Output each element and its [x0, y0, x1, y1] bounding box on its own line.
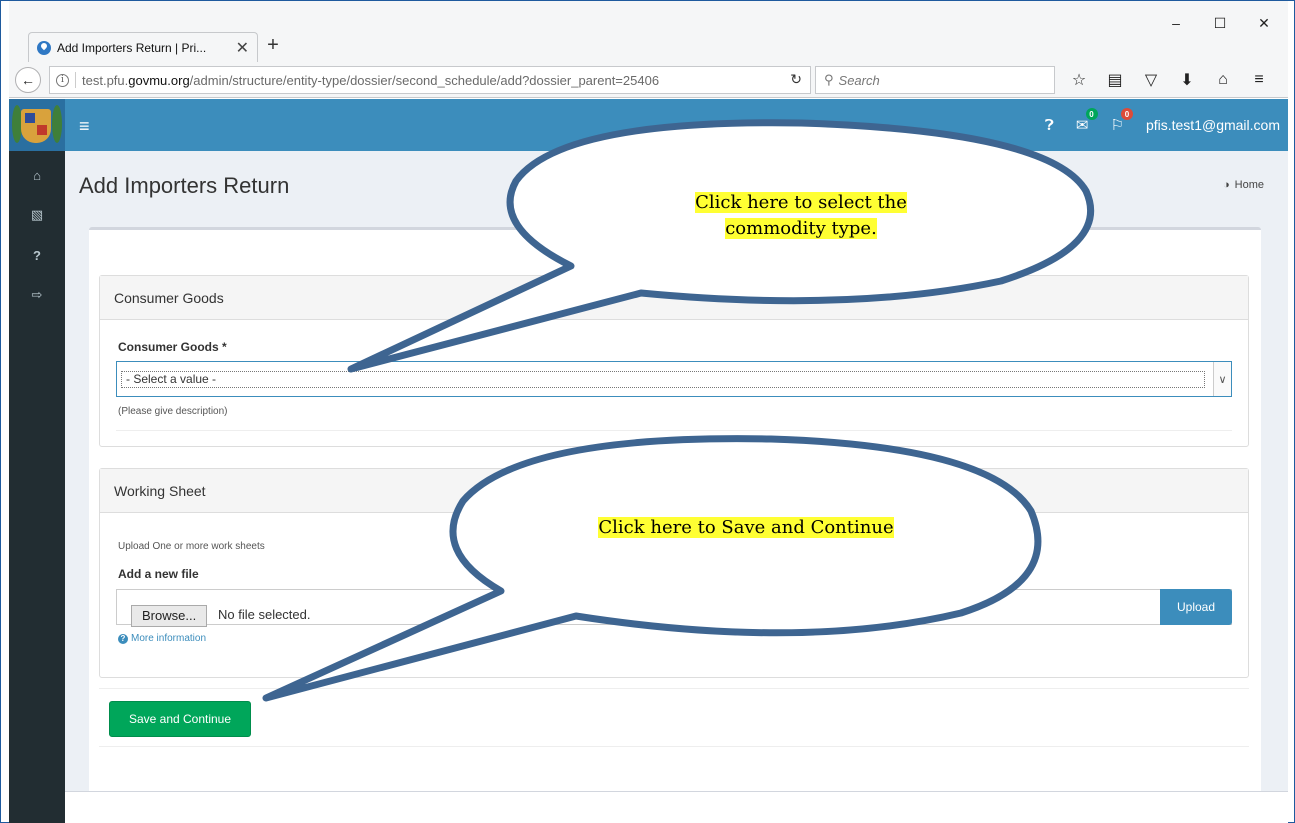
- logo-leaf-right: [52, 105, 62, 143]
- add-file-label: Add a new file: [118, 567, 199, 581]
- user-email[interactable]: pfis.test1@gmail.com: [1146, 117, 1280, 133]
- select-value: - Select a value -: [121, 371, 1205, 388]
- consumer-goods-panel: Consumer Goods Consumer Goods * - Select…: [99, 275, 1249, 447]
- panel-title: Consumer Goods: [100, 276, 1248, 320]
- callout-text-top: Click here to select the commodity type.: [661, 190, 941, 242]
- flags-badge: 0: [1120, 108, 1133, 120]
- home-icon[interactable]: ⌂: [1207, 68, 1239, 92]
- help-icon[interactable]: ❓︎: [1045, 117, 1054, 134]
- file-upload-field: Browse... No file selected. Upload: [116, 589, 1232, 627]
- chevron-down-icon[interactable]: ∨: [1213, 362, 1231, 396]
- divider: [99, 746, 1249, 747]
- consumer-goods-label: Consumer Goods *: [118, 340, 227, 354]
- window-controls: – ☐ ✕: [1154, 11, 1286, 35]
- divider: [99, 688, 1249, 689]
- browser-window: Add Importers Return | Pri... ✕ + – ☐ ✕ …: [0, 0, 1295, 823]
- url-host-prefix: test.pfu.: [82, 72, 129, 88]
- logo-shield: [21, 109, 51, 143]
- more-information-link[interactable]: ? More information: [118, 633, 206, 644]
- address-bar[interactable]: i test.pfu.govmu.org/admin/structure/ent…: [49, 66, 811, 94]
- tab-title: Add Importers Return | Pri...: [57, 40, 207, 55]
- more-information-label: More information: [131, 633, 207, 644]
- url-separator: [75, 72, 76, 88]
- browser-tab[interactable]: Add Importers Return | Pri... ✕: [28, 32, 258, 62]
- file-status: No file selected.: [218, 607, 311, 622]
- working-sheet-panel: Working Sheet Upload One or more work sh…: [99, 468, 1249, 678]
- sidebar-pdf-icon[interactable]: ▧: [9, 195, 65, 235]
- url-text: test.pfu.govmu.org/admin/structure/entit…: [82, 73, 659, 88]
- messages-badge: 0: [1085, 108, 1098, 120]
- close-window-button[interactable]: ✕: [1242, 11, 1286, 35]
- app-header: ≡ ❓︎ ✉ 0 ⚐ 0 pfis.test1@gmail.com: [9, 99, 1288, 151]
- url-host: govmu.org: [128, 72, 190, 88]
- page-footer-area: [65, 791, 1288, 823]
- save-and-continue-button[interactable]: Save and Continue: [109, 701, 251, 737]
- page-title: Add Importers Return: [79, 173, 290, 198]
- divider: [116, 430, 1232, 431]
- breadcrumb-home[interactable]: Home: [1235, 179, 1264, 191]
- browser-navbar: ← i test.pfu.govmu.org/admin/structure/e…: [9, 62, 1288, 98]
- info-icon[interactable]: i: [56, 73, 69, 87]
- breadcrumb[interactable]: ◑ Home: [1223, 179, 1264, 191]
- coat-of-arms-logo[interactable]: [9, 99, 65, 151]
- worksheet-help: Upload One or more work sheets: [118, 541, 265, 552]
- sidebar-home-icon[interactable]: ⌂: [9, 155, 65, 195]
- tab-close-icon[interactable]: ✕: [236, 38, 249, 58]
- sidebar-toggle-icon[interactable]: ≡: [79, 116, 90, 137]
- callout-text-bottom: Click here to Save and Continue: [561, 515, 931, 541]
- sidebar: ⌂ ▧ ? ⇨: [9, 151, 65, 823]
- question-circle-icon: ?: [118, 633, 128, 644]
- bookmark-star-icon[interactable]: ☆: [1063, 68, 1095, 92]
- callout-top-line1: Click here to select the: [695, 192, 907, 213]
- maximize-button[interactable]: ☐: [1198, 11, 1242, 35]
- search-placeholder: Search: [838, 72, 880, 88]
- panel-title: Working Sheet: [100, 469, 1248, 513]
- sidebar-help-icon[interactable]: ?: [9, 235, 65, 275]
- callout-bottom-text: Click here to Save and Continue: [598, 517, 894, 538]
- minimize-button[interactable]: –: [1154, 11, 1198, 35]
- reading-list-icon[interactable]: ▤: [1099, 68, 1131, 92]
- back-arrow-icon[interactable]: ←: [15, 66, 41, 93]
- upload-button[interactable]: Upload: [1160, 589, 1232, 625]
- dashboard-icon: ◑: [1223, 179, 1230, 191]
- consumer-goods-help: (Please give description): [118, 406, 228, 417]
- pocket-icon[interactable]: ▽: [1135, 68, 1167, 92]
- main-content: Add Importers Return ◑ Home Consumer Goo…: [65, 151, 1288, 823]
- callout-top-line2: commodity type.: [725, 218, 877, 239]
- new-tab-button[interactable]: +: [261, 32, 285, 58]
- download-icon[interactable]: ⬇: [1171, 68, 1203, 92]
- consumer-goods-select[interactable]: - Select a value - ∨: [116, 361, 1232, 397]
- menu-icon[interactable]: ≡: [1243, 68, 1275, 92]
- sidebar-logout-icon[interactable]: ⇨: [9, 275, 65, 315]
- search-icon: ⚲: [824, 72, 834, 87]
- messages-icon[interactable]: ✉ 0: [1076, 108, 1098, 134]
- header-icons: ❓︎ ✉ 0 ⚐ 0 pfis.test1@gmail.com: [1045, 99, 1288, 151]
- flag-icon[interactable]: ⚐ 0: [1111, 108, 1133, 134]
- browse-button[interactable]: Browse...: [131, 605, 208, 627]
- reload-icon[interactable]: ↻: [790, 71, 802, 88]
- url-path: /admin/structure/entity-type/dossier/sec…: [189, 72, 660, 88]
- toolbar-icons: ☆ ▤ ▽ ⬇ ⌂ ≡: [1063, 68, 1275, 92]
- search-input[interactable]: ⚲ Search: [815, 66, 1055, 94]
- drupal-favicon-icon: [37, 40, 51, 55]
